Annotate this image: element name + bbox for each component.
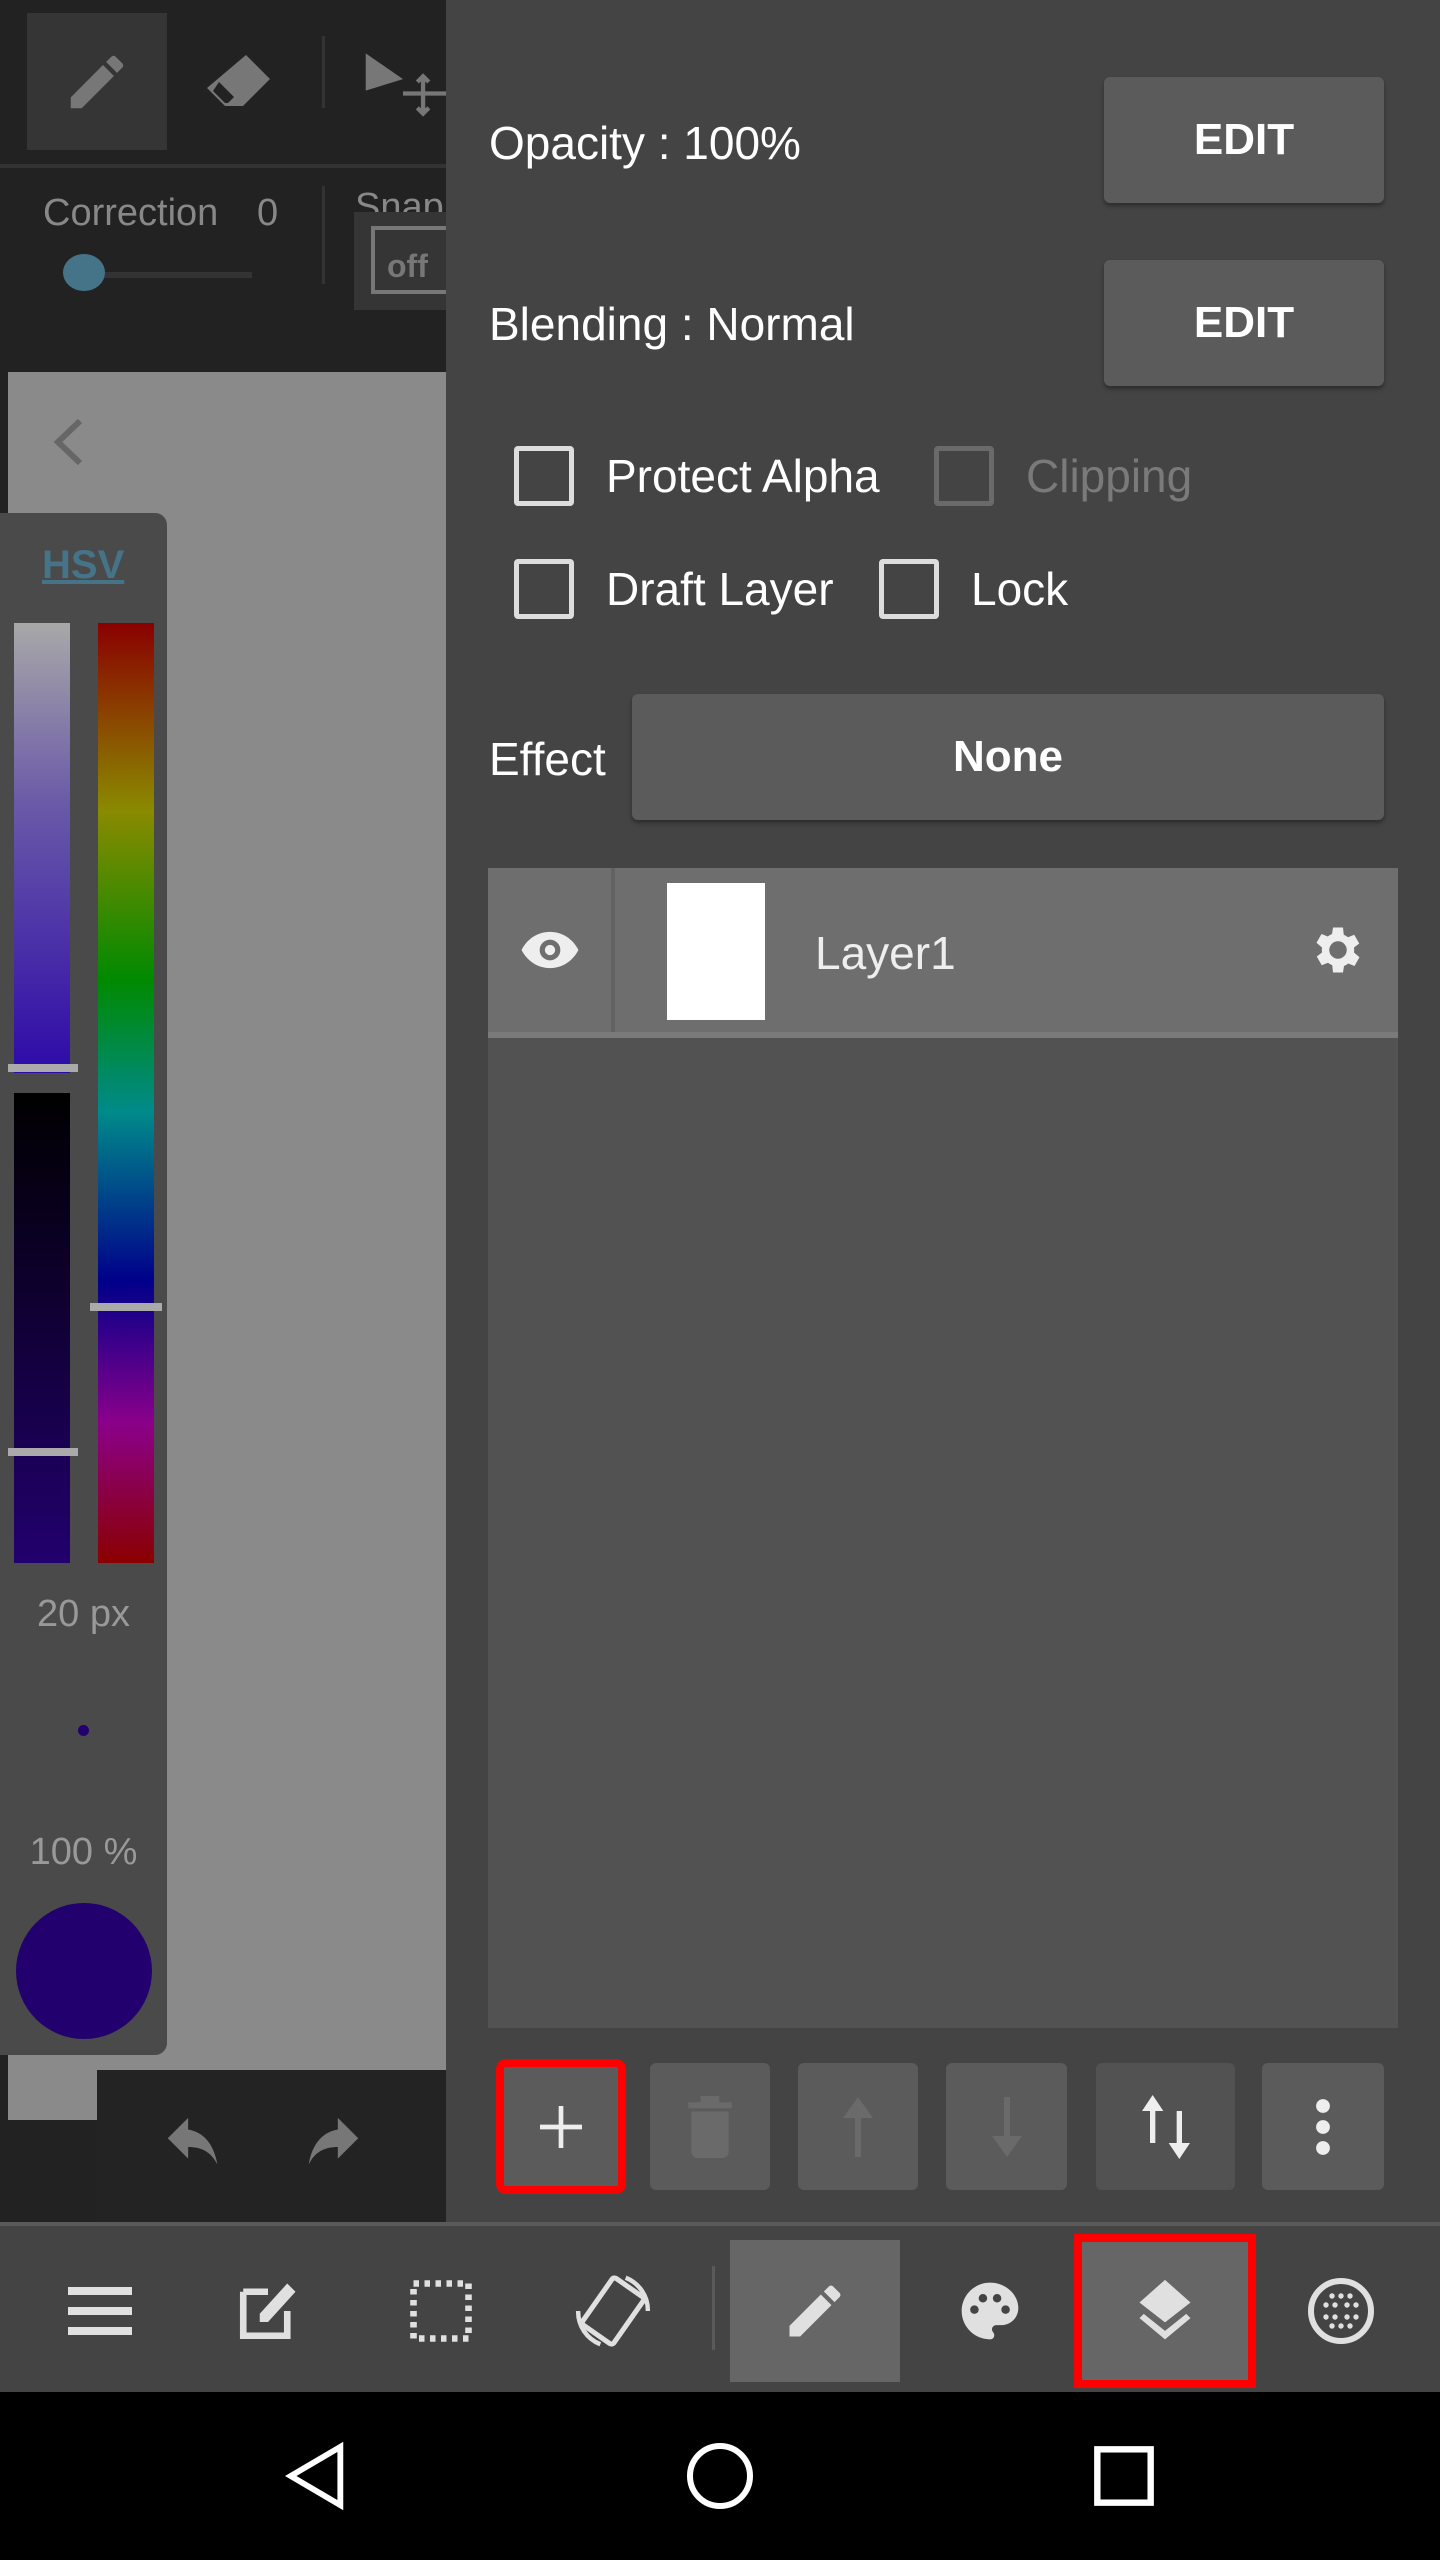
nav-rotate[interactable] [528,2240,698,2382]
nav-materials[interactable] [1256,2240,1426,2382]
color-mode-tab[interactable]: HSV [42,543,124,588]
checkbox-box[interactable] [514,446,574,506]
collapse-panel-icon[interactable] [48,417,88,467]
checkbox-box [934,446,994,506]
move-select-icon [365,52,446,117]
brush-size[interactable]: 20 px [0,1593,167,1636]
layer-thumbnail [667,883,765,1020]
layer-row[interactable]: Layer1 [488,868,1398,1038]
nav-palette[interactable] [905,2240,1075,2382]
lock-checkbox[interactable]: Lock [879,559,1068,619]
layer-list: Layer1 [488,868,1398,2028]
correction-label: Correction [43,192,219,234]
edit-icon [239,2283,296,2340]
eraser-icon [207,54,270,106]
recents-icon[interactable] [1092,2444,1156,2508]
materials-icon [1308,2278,1374,2344]
protect-alpha-checkbox[interactable]: Protect Alpha [514,446,880,506]
edit-blending-button[interactable]: EDIT [1104,260,1384,386]
snap-toggle[interactable]: off [354,212,446,310]
selection-icon [410,2280,472,2342]
nav-pencil[interactable] [730,2240,900,2382]
layer-panel: Opacity : 100% EDIT Blending : Normal ED… [446,0,1440,2222]
more-vertical-icon [1316,2098,1330,2155]
correction-slider-thumb[interactable] [63,254,105,291]
system-nav-bar [0,2392,1440,2560]
hue-bar[interactable] [98,623,154,1563]
move-layer-up-button[interactable] [798,2063,918,2190]
pencil-icon [789,2285,841,2337]
eye-icon [521,931,578,969]
undo-icon[interactable] [159,2112,229,2182]
nav-menu[interactable] [15,2240,185,2382]
swap-vertical-icon [1141,2094,1190,2159]
divider [322,186,325,284]
opacity-label: Opacity : 100% [489,117,801,169]
hue-handle[interactable] [90,1303,162,1311]
home-icon[interactable] [684,2440,756,2512]
effect-button[interactable]: None [632,694,1384,820]
checkbox-label: Clipping [1026,450,1193,502]
checkbox-box[interactable] [879,559,939,619]
plus-icon [540,2105,582,2148]
left-pane: Correction 0 Snap off HSV 20 px 100 % [0,0,446,2222]
draft-layer-checkbox[interactable]: Draft Layer [514,559,834,619]
palette-icon [961,2282,1019,2340]
visibility-toggle[interactable] [488,868,615,1032]
redo-icon[interactable] [297,2112,367,2182]
edit-opacity-button[interactable]: EDIT [1104,77,1384,203]
nav-layers[interactable] [1074,2234,1256,2388]
menu-icon [68,2287,132,2335]
back-icon[interactable] [282,2440,352,2512]
bottom-nav [0,2222,1440,2392]
saturation-bar[interactable] [14,623,70,1073]
layers-icon [1139,2279,1191,2340]
gear-icon[interactable] [1308,920,1368,980]
correction-row: Correction 0 Snap off [0,172,446,318]
checkbox-box[interactable] [514,559,574,619]
nav-edit[interactable] [183,2240,353,2382]
nav-selection[interactable] [356,2240,526,2382]
brush-opacity[interactable]: 100 % [0,1831,167,1874]
value-handle[interactable] [8,1448,78,1456]
undo-redo-panel [97,2070,446,2222]
value-bar[interactable] [14,1093,70,1563]
checkbox-label: Protect Alpha [606,450,880,502]
current-color-swatch[interactable] [16,1903,152,2039]
correction-value: 0 [257,192,279,234]
checkbox-label: Lock [971,563,1069,615]
arrow-up-icon [843,2096,873,2157]
more-options-button[interactable] [1262,2063,1384,2190]
move-layer-down-button[interactable] [946,2063,1067,2190]
reorder-layers-button[interactable] [1096,2063,1235,2190]
rotate-screen-icon [575,2275,651,2347]
eraser-tool-button[interactable] [167,13,307,150]
snap-state: off [371,226,446,294]
toolbar-divider [322,36,325,108]
saturation-handle[interactable] [8,1064,78,1072]
delete-layer-button[interactable] [650,2063,770,2190]
blending-label: Blending : Normal [489,298,855,350]
color-panel: HSV 20 px 100 % [0,513,167,2055]
arrow-down-icon [991,2096,1022,2157]
layer-name: Layer1 [815,927,956,979]
pencil-icon [70,55,124,108]
effect-label: Effect [489,733,606,785]
trash-icon [688,2095,732,2158]
pencil-tool-button[interactable] [27,13,167,150]
add-layer-button[interactable] [496,2059,626,2194]
nav-divider [712,2266,715,2350]
clipping-checkbox: Clipping [934,446,1192,506]
move-tool-button[interactable] [360,13,446,150]
brush-preview-dot [78,1725,89,1736]
checkbox-label: Draft Layer [606,563,834,615]
tool-toolbar [0,0,446,168]
